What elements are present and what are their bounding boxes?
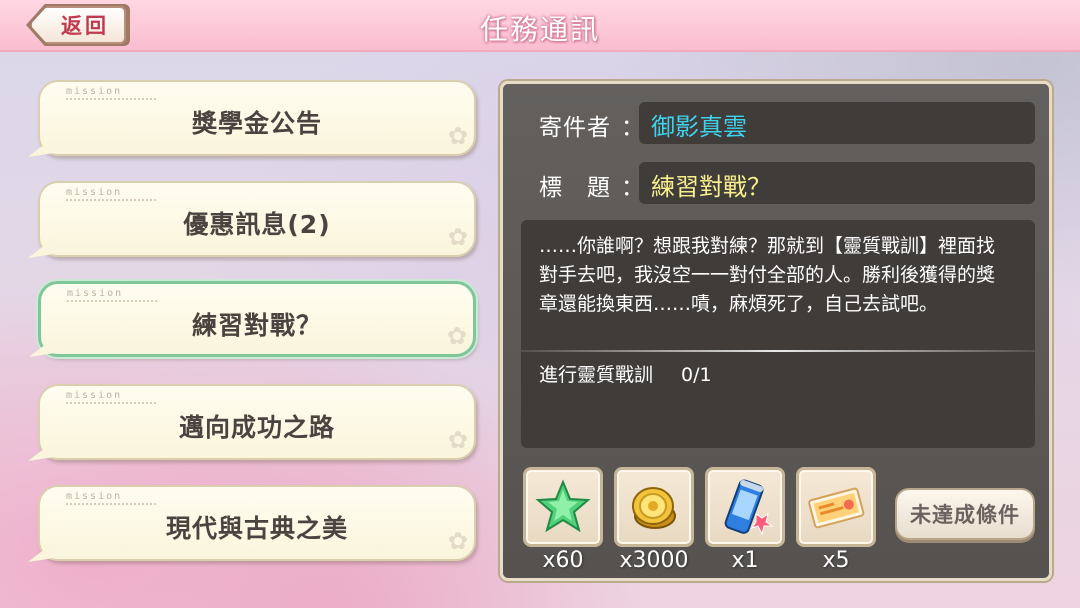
mission-label: 獎學金公告 [191,109,322,138]
speech-tail [28,137,54,157]
gold-coin-icon [632,487,676,529]
mission-tag: mission [66,187,123,198]
reward-count-star: x60 [542,548,584,573]
mission-tag: mission [67,288,124,299]
reward-count-can: x1 [731,548,759,573]
speech-tail [28,441,54,461]
reward-slot-coin[interactable] [614,467,694,547]
condition-label: 進行靈質戰訓 [539,364,654,386]
flower-icon: ✿ [447,122,468,150]
mission-label: 練習對戰？ [191,311,322,340]
condition-row: 進行靈質戰訓 0/1 [539,360,712,387]
flower-icon: ✿ [447,527,468,555]
reward-count-ticket: x5 [822,548,850,573]
message-box[interactable]: ……你誰啊？想跟我對練？那就到【靈質戰訓】裡面找對手去吧，我沒空一一對付全部的人… [521,220,1035,448]
header-bar: 返回 任務通訊 [0,0,1080,52]
mission-tag: mission [66,390,123,401]
reward-slot-ticket[interactable] [796,467,876,547]
mission-item-offers[interactable]: mission 優惠訊息(2) ✿ [28,181,476,258]
message-divider [521,350,1035,352]
subject-label: 標 題 [539,175,611,201]
speech-tail [28,238,54,258]
flower-icon: ✿ [447,426,468,454]
page-title: 任務通訊 [479,13,600,46]
subject-field: 練習對戰？ [639,162,1035,204]
flower-icon: ✿ [446,322,467,350]
mission-item-scholarship[interactable]: mission 獎學金公告 ✿ [28,80,476,157]
mission-label: 邁向成功之路 [178,413,335,442]
mission-detail-panel: 寄件者 ： 御影真雲 標 題 ： 練習對戰？ ……你誰啊？想跟我對練？那就到【靈… [500,81,1052,581]
mission-label: 優惠訊息(2) [183,210,331,239]
mission-item-modern-classic[interactable]: mission 現代與古典之美 ✿ [28,485,476,562]
subject-value: 練習對戰？ [651,173,771,201]
flower-icon: ✿ [447,223,468,251]
reward-slot-can[interactable] [705,467,785,547]
message-text: ……你誰啊？想跟我對練？那就到【靈質戰訓】裡面找對手去吧，我沒空一一對付全部的人… [539,235,996,315]
mission-label: 現代與古典之美 [165,514,348,543]
mission-tag: mission [66,491,123,502]
condition-progress: 0/1 [681,364,712,386]
sender-value: 御影真雲 [651,113,747,141]
mission-tag: mission [66,86,123,97]
sender-field: 御影真雲 [639,102,1035,144]
blue-can-icon [724,479,774,536]
reward-slot-star[interactable] [523,467,603,547]
mission-item-practice-battle[interactable]: mission 練習對戰？ ✿ [29,281,476,357]
green-star-icon [535,479,591,533]
speech-tail [28,542,54,562]
reward-count-coin: x3000 [619,548,689,573]
status-button[interactable]: 未達成條件 [895,488,1035,540]
ticket-icon [808,487,865,529]
mission-item-road-to-success[interactable]: mission 邁向成功之路 ✿ [28,384,476,461]
sender-label: 寄件者 [539,115,611,141]
